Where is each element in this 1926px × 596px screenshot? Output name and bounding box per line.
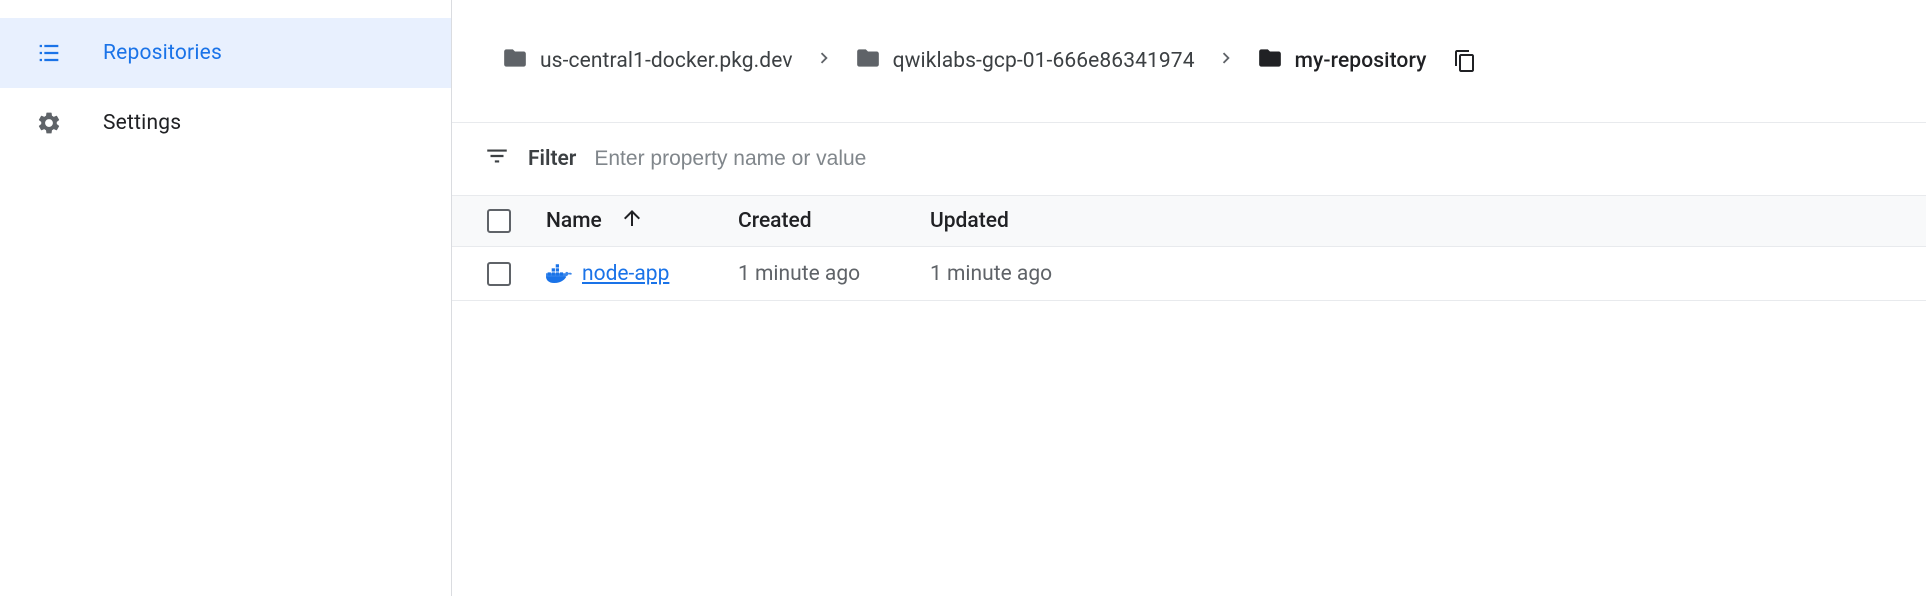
- breadcrumb-item-project[interactable]: qwiklabs-gcp-01-666e86341974: [855, 45, 1195, 77]
- breadcrumb: us-central1-docker.pkg.dev qwiklabs-gcp-…: [452, 0, 1926, 123]
- main-content: us-central1-docker.pkg.dev qwiklabs-gcp-…: [452, 0, 1926, 596]
- sidebar-item-settings[interactable]: Settings: [0, 88, 451, 158]
- copy-button[interactable]: [1453, 49, 1477, 73]
- column-header-updated[interactable]: Updated: [930, 209, 1926, 233]
- sort-ascending-icon: [620, 206, 644, 236]
- row-checkbox[interactable]: [487, 262, 511, 286]
- breadcrumb-label: qwiklabs-gcp-01-666e86341974: [893, 49, 1195, 73]
- sidebar-item-label: Repositories: [103, 41, 222, 65]
- folder-icon: [855, 45, 881, 77]
- folder-icon: [502, 45, 528, 77]
- folder-icon: [1257, 45, 1283, 77]
- select-all-checkbox[interactable]: [487, 209, 511, 233]
- chevron-right-icon: [813, 47, 835, 75]
- breadcrumb-item-registry[interactable]: us-central1-docker.pkg.dev: [502, 45, 793, 77]
- docker-icon: [546, 264, 572, 284]
- created-cell: 1 minute ago: [738, 262, 930, 286]
- breadcrumb-item-repository[interactable]: my-repository: [1257, 45, 1427, 77]
- breadcrumb-label: us-central1-docker.pkg.dev: [540, 49, 793, 73]
- column-header-created[interactable]: Created: [738, 209, 930, 233]
- table-header: Name Created Updated: [452, 195, 1926, 247]
- column-header-name[interactable]: Name: [546, 206, 738, 236]
- filter-label: Filter: [528, 147, 576, 171]
- filter-input[interactable]: [594, 147, 1926, 171]
- gear-icon: [35, 109, 63, 137]
- updated-cell: 1 minute ago: [930, 262, 1926, 286]
- image-name-link[interactable]: node-app: [582, 262, 669, 286]
- images-table: Name Created Updated: [452, 195, 1926, 301]
- filter-icon: [484, 143, 510, 175]
- sidebar-item-repositories[interactable]: Repositories: [0, 18, 451, 88]
- breadcrumb-label: my-repository: [1295, 49, 1427, 73]
- sidebar: Repositories Settings: [0, 0, 452, 596]
- table-row: node-app 1 minute ago 1 minute ago: [452, 247, 1926, 301]
- filter-bar: Filter: [452, 123, 1926, 195]
- sidebar-item-label: Settings: [103, 111, 181, 135]
- list-icon: [35, 39, 63, 67]
- chevron-right-icon: [1215, 47, 1237, 75]
